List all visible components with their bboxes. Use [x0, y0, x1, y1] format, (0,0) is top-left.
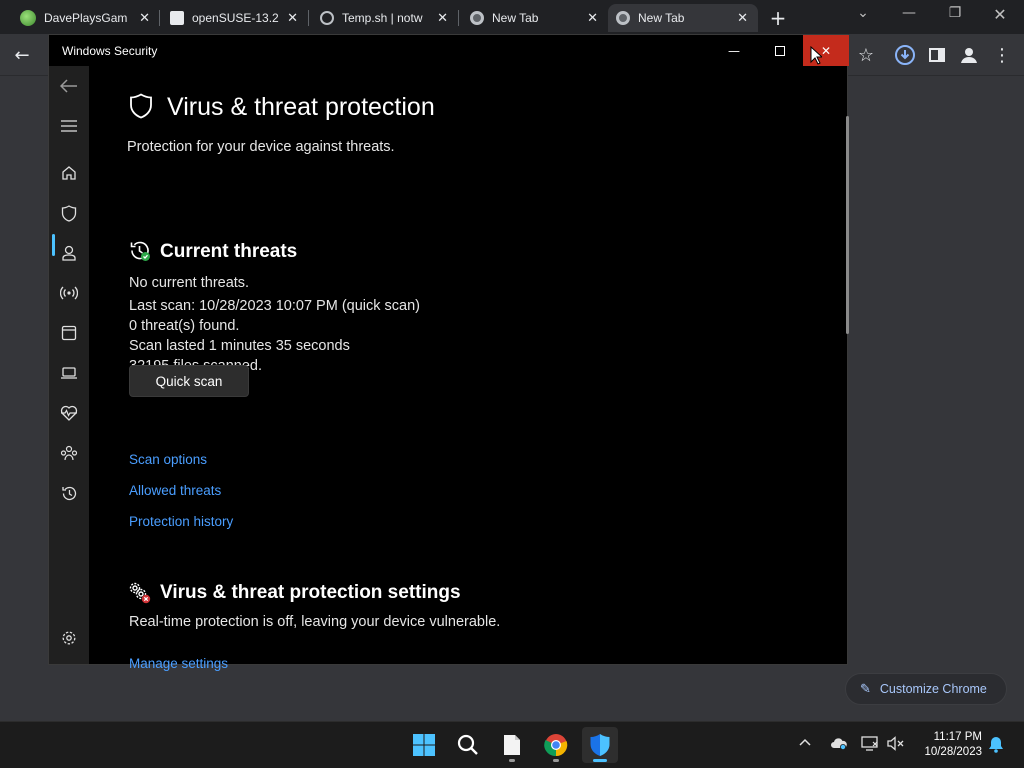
scan-duration-line: Scan lasted 1 minutes 35 seconds [129, 338, 350, 354]
globe-icon [320, 11, 334, 25]
tab-title: openSUSE-13.2 [192, 11, 279, 25]
side-panel-icon[interactable] [925, 43, 949, 67]
threat-status-line: No current threats. [129, 275, 250, 291]
settings-warning-icon [129, 582, 151, 604]
last-scan-line: Last scan: 10/28/2023 10:07 PM (quick sc… [129, 298, 420, 314]
active-indicator [593, 759, 607, 762]
volume-muted-icon[interactable] [887, 736, 905, 755]
shield-icon[interactable] [59, 203, 79, 223]
scrollbar[interactable] [846, 116, 849, 334]
clock-time: 11:17 PM [933, 731, 982, 743]
bookmark-star-icon[interactable]: ☆ [854, 43, 878, 67]
tab-1[interactable]: openSUSE-13.2 ✕ [162, 4, 308, 32]
minimize-button[interactable]: — [711, 35, 757, 66]
tab-4[interactable]: New Tab ✕ [608, 4, 758, 32]
archive-icon [170, 11, 184, 25]
quick-scan-button[interactable]: Quick scan [129, 365, 249, 397]
allowed-threats-link[interactable]: Allowed threats [129, 483, 221, 498]
current-threats-heading: Current threats [160, 241, 298, 262]
more-menu-icon[interactable]: ⋮ [990, 43, 1014, 67]
new-tab-button[interactable]: + [768, 6, 788, 30]
scan-options-link[interactable]: Scan options [129, 452, 207, 467]
threats-found-line: 0 threat(s) found. [129, 318, 240, 334]
tab-0[interactable]: DavePlaysGam ✕ [12, 4, 160, 32]
realtime-status-line: Real-time protection is off, leaving you… [129, 614, 501, 630]
chevron-up-icon[interactable] [799, 735, 811, 751]
file-icon [504, 735, 520, 755]
chrome-icon [616, 11, 630, 25]
nav-sidebar [49, 66, 89, 664]
notification-bell-icon[interactable] [988, 736, 1004, 757]
protection-settings-heading: Virus & threat protection settings [160, 582, 461, 603]
start-button[interactable] [406, 727, 442, 763]
health-icon[interactable] [59, 403, 79, 423]
chrome-tabstrip: DavePlaysGam ✕ openSUSE-13.2 ✕ Temp.sh |… [0, 0, 1024, 34]
menu-icon[interactable] [59, 116, 79, 136]
search-icon [457, 734, 478, 755]
close-icon[interactable]: ✕ [737, 11, 748, 26]
home-icon[interactable] [59, 163, 79, 183]
windows-taskbar: 11:17 PM 10/28/2023 [0, 721, 1024, 768]
main-content: Virus & threat protection Protection for… [89, 66, 849, 671]
customize-label: Customize Chrome [879, 682, 987, 696]
page-subtitle: Protection for your device against threa… [127, 139, 395, 155]
running-indicator [553, 759, 559, 762]
tab-title: DavePlaysGam [44, 11, 128, 25]
settings-icon[interactable] [59, 628, 79, 648]
history-icon[interactable] [59, 483, 79, 503]
tab-search-icon[interactable]: ⌄ [853, 5, 873, 21]
globe-green-icon [20, 10, 36, 26]
network-icon[interactable] [861, 736, 879, 755]
file-app-button[interactable] [494, 727, 530, 763]
window-title: Windows Security [62, 44, 158, 58]
window-titlebar[interactable]: Windows Security — ✕ [49, 35, 849, 66]
threat-history-icon [130, 241, 150, 261]
close-icon[interactable]: ✕ [437, 11, 448, 26]
chrome-icon [470, 11, 484, 25]
shield-icon [130, 93, 152, 119]
profile-icon[interactable] [957, 43, 981, 67]
search-button[interactable] [450, 727, 486, 763]
chrome-icon [544, 734, 568, 757]
download-icon[interactable] [893, 43, 917, 67]
pencil-icon: ✎ [860, 681, 871, 696]
firewall-icon[interactable] [59, 283, 79, 303]
tab-title: New Tab [638, 11, 685, 25]
account-icon[interactable] [59, 243, 79, 263]
onedrive-icon[interactable] [830, 737, 848, 755]
clock-date: 10/28/2023 [924, 746, 982, 758]
windows-security-app-button[interactable] [582, 727, 618, 763]
close-icon[interactable]: ✕ [587, 11, 598, 26]
system-clock[interactable]: 11:17 PM 10/28/2023 [912, 730, 982, 760]
maximize-button[interactable] [757, 35, 803, 66]
minimize-icon[interactable]: — [899, 5, 919, 21]
active-indicator [52, 234, 55, 256]
customize-chrome-button[interactable]: ✎ Customize Chrome [845, 673, 1007, 705]
manage-settings-link[interactable]: Manage settings [129, 656, 228, 671]
back-icon[interactable]: ← [10, 43, 34, 67]
running-indicator [509, 759, 515, 762]
tab-title: Temp.sh | notw [342, 11, 423, 25]
back-icon[interactable] [59, 76, 79, 96]
close-icon[interactable]: ✕ [990, 5, 1010, 24]
mouse-cursor-icon [810, 46, 822, 65]
chrome-app-button[interactable] [538, 727, 574, 763]
page-title: Virus & threat protection [167, 93, 435, 121]
family-icon[interactable] [59, 443, 79, 463]
tab-2[interactable]: Temp.sh | notw ✕ [312, 4, 458, 32]
app-browser-icon[interactable] [59, 323, 79, 343]
close-icon[interactable]: ✕ [139, 11, 150, 26]
protection-history-link[interactable]: Protection history [129, 514, 233, 529]
close-icon[interactable]: ✕ [287, 11, 298, 26]
device-security-icon[interactable] [59, 363, 79, 383]
restore-icon[interactable]: ❐ [945, 5, 965, 21]
tab-3[interactable]: New Tab ✕ [462, 4, 608, 32]
windows-logo-icon [413, 734, 435, 756]
shield-icon [590, 734, 610, 756]
windows-security-window: Windows Security — ✕ Virus & threat prot… [48, 34, 849, 671]
tab-title: New Tab [492, 11, 539, 25]
